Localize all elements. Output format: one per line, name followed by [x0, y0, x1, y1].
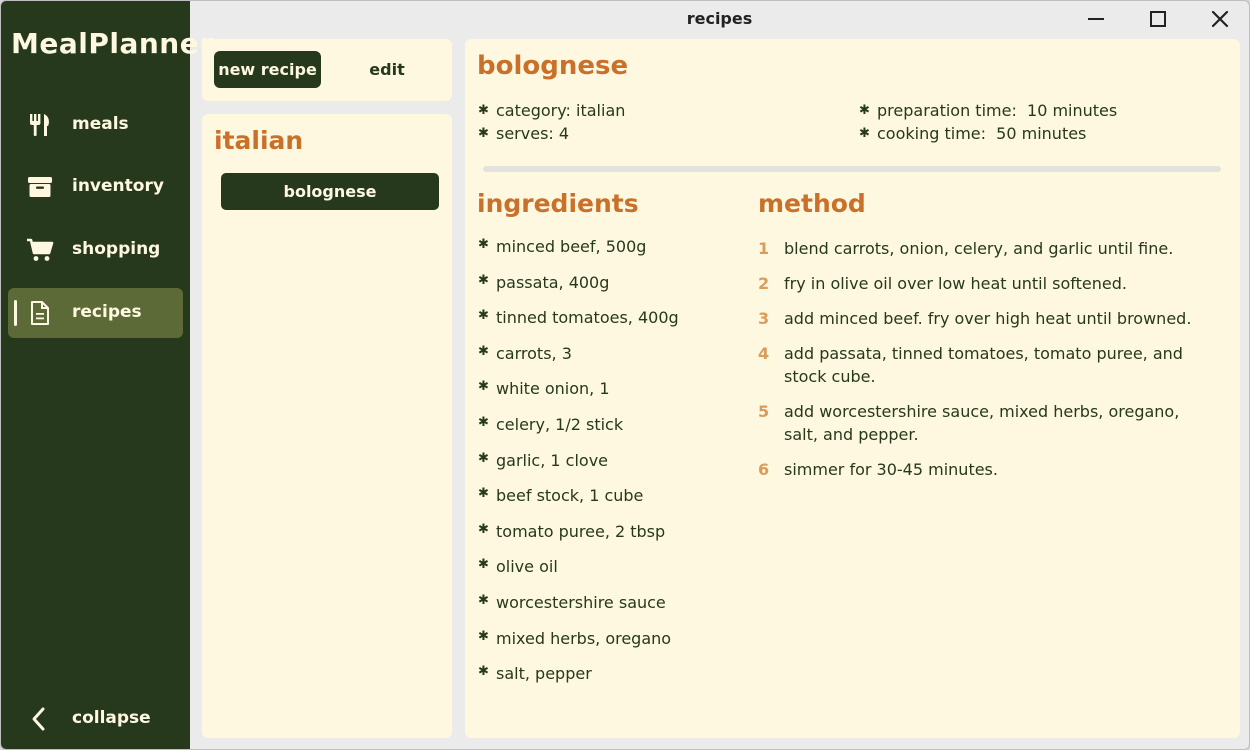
- recipe-detail-panel: bolognese ✱ category: italian ✱ serves: …: [465, 39, 1240, 738]
- edit-button[interactable]: edit: [342, 51, 432, 88]
- asterisk-bullet-icon: ✱: [478, 343, 489, 359]
- sidebar-item-inventory[interactable]: inventory: [8, 162, 183, 212]
- step-number: 4: [758, 344, 770, 363]
- step-number: 5: [758, 402, 770, 421]
- meta-category-text: category: italian: [496, 101, 626, 120]
- step-number: 6: [758, 460, 770, 479]
- minimize-icon: [1088, 18, 1104, 20]
- sidebar-item-label: shopping: [72, 239, 161, 259]
- asterisk-bullet-icon: ✱: [478, 592, 489, 608]
- ingredient-item: ✱ white onion, 1: [478, 379, 610, 399]
- app-brand: MealPlanner: [11, 27, 214, 60]
- method-step: 2 fry in olive oil over low heat until so…: [758, 272, 1218, 295]
- meta-prep-time: ✱ preparation time: 10 minutes: [859, 99, 1117, 122]
- method-list: 1 blend carrots, onion, celery, and garli…: [758, 237, 1218, 493]
- close-icon: [1211, 10, 1229, 28]
- step-number: 1: [758, 239, 770, 258]
- step-text: simmer for 30-45 minutes.: [784, 460, 998, 479]
- step-text: add minced beef. fry over high heat unti…: [784, 309, 1192, 328]
- asterisk-bullet-icon: ✱: [478, 450, 489, 466]
- ingredients-heading: ingredients: [477, 189, 639, 218]
- asterisk-bullet-icon: ✱: [478, 557, 489, 573]
- ingredient-item: ✱ garlic, 1 clove: [478, 450, 609, 470]
- sidebar: MealPlanner meals inventory shopping rec…: [1, 1, 213, 749]
- meta-cook-time-text: cooking time: 50 minutes: [877, 124, 1087, 143]
- new-recipe-button[interactable]: new recipe: [214, 51, 321, 88]
- asterisk-bullet-icon: ✱: [478, 521, 489, 537]
- recipe-meta-left: ✱ category: italian ✱ serves: 4: [478, 99, 625, 145]
- divider: [483, 166, 1221, 172]
- ingredient-item: ✱ mixed herbs, oregano: [478, 628, 672, 648]
- asterisk-bullet-icon: ✱: [478, 126, 489, 141]
- archive-box-icon: [26, 174, 54, 200]
- maximize-button[interactable]: [1146, 7, 1170, 31]
- recipe-list-item[interactable]: bolognese: [221, 173, 439, 210]
- method-heading: method: [758, 189, 866, 218]
- method-step: 3 add minced beef. fry over high heat unt…: [758, 307, 1218, 330]
- ingredient-item: ✱ passata, 400g: [478, 272, 610, 292]
- step-number: 2: [758, 274, 770, 293]
- recipe-list-panel: italian bolognese: [202, 114, 452, 738]
- recipe-toolbar: new recipe edit: [202, 39, 452, 101]
- sidebar-item-recipes[interactable]: recipes: [8, 288, 183, 338]
- asterisk-bullet-icon: ✱: [478, 272, 489, 288]
- asterisk-bullet-icon: ✱: [478, 664, 489, 680]
- ingredient-item: ✱ olive oil: [478, 557, 558, 577]
- ingredient-item: ✱ celery, 1/2 stick: [478, 414, 624, 434]
- sidebar-item-label: recipes: [72, 302, 142, 322]
- chevron-left-icon: [28, 706, 50, 732]
- sidebar-item-label: inventory: [72, 176, 164, 196]
- ingredient-item: ✱ beef stock, 1 cube: [478, 486, 644, 506]
- ingredients-list: ✱ minced beef, 500g ✱ passata, 400g ✱ tinne…: [478, 237, 679, 700]
- meta-serves-text: serves: 4: [496, 124, 570, 143]
- asterisk-bullet-icon: ✱: [859, 103, 870, 118]
- recipe-title: bolognese: [477, 51, 629, 81]
- sidebar-item-label: meals: [72, 114, 129, 134]
- meta-cook-time: ✱ cooking time: 50 minutes: [859, 122, 1117, 145]
- step-text: blend carrots, onion, celery, and garlic…: [784, 239, 1174, 258]
- close-button[interactable]: [1208, 7, 1232, 31]
- ingredient-item: ✱ worcestershire sauce: [478, 592, 666, 612]
- step-number: 3: [758, 309, 770, 328]
- collapse-label: collapse: [72, 708, 151, 728]
- step-text: fry in olive oil over low heat until sof…: [784, 274, 1127, 293]
- asterisk-bullet-icon: ✱: [478, 414, 489, 430]
- asterisk-bullet-icon: ✱: [478, 103, 489, 118]
- step-text: add worcestershire sauce, mixed herbs, o…: [784, 402, 1180, 444]
- shopping-cart-icon: [26, 237, 54, 263]
- asterisk-bullet-icon: ✱: [478, 308, 489, 324]
- method-step: 4 add passata, tinned tomatoes, tomato pu…: [758, 342, 1218, 388]
- ingredient-item: ✱ tomato puree, 2 tbsp: [478, 521, 666, 541]
- active-indicator: [14, 300, 17, 326]
- category-heading: italian: [214, 126, 304, 155]
- meta-category: ✱ category: italian: [478, 99, 625, 122]
- ingredient-item: ✱ carrots, 3: [478, 343, 572, 363]
- meta-serves: ✱ serves: 4: [478, 122, 625, 145]
- recipe-meta-right: ✱ preparation time: 10 minutes ✱ cooking…: [859, 99, 1117, 145]
- step-text: add passata, tinned tomatoes, tomato pur…: [784, 344, 1183, 386]
- ingredient-item: ✱ tinned tomatoes, 400g: [478, 308, 679, 328]
- ingredient-item: ✱ minced beef, 500g: [478, 237, 647, 256]
- sidebar-item-meals[interactable]: meals: [8, 100, 183, 150]
- document-icon: [26, 300, 54, 326]
- method-step: 1 blend carrots, onion, celery, and garli…: [758, 237, 1218, 260]
- app-window: MealPlanner meals inventory shopping rec…: [0, 0, 1250, 750]
- meta-prep-time-text: preparation time: 10 minutes: [877, 101, 1118, 120]
- title-bar: recipes: [190, 1, 1249, 37]
- minimize-button[interactable]: [1084, 7, 1108, 31]
- asterisk-bullet-icon: ✱: [478, 237, 489, 252]
- maximize-icon: [1150, 11, 1166, 27]
- method-step: 6 simmer for 30-45 minutes.: [758, 458, 1218, 481]
- fork-knife-icon: [26, 112, 54, 138]
- asterisk-bullet-icon: ✱: [478, 486, 489, 502]
- method-step: 5 add worcestershire sauce, mixed herbs, …: [758, 400, 1218, 446]
- ingredient-item: ✱ salt, pepper: [478, 664, 592, 684]
- asterisk-bullet-icon: ✱: [478, 379, 489, 395]
- sidebar-item-shopping[interactable]: shopping: [8, 225, 183, 275]
- collapse-button[interactable]: collapse: [8, 698, 183, 742]
- asterisk-bullet-icon: ✱: [478, 628, 489, 644]
- asterisk-bullet-icon: ✱: [859, 126, 870, 141]
